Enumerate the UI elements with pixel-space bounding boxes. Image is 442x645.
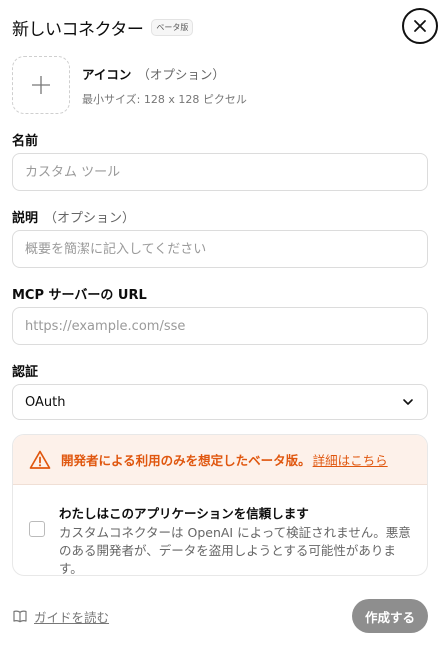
read-guide-link[interactable]: ガイドを読む — [12, 607, 109, 626]
auth-label-text: 認証 — [12, 365, 39, 380]
chevron-down-icon — [403, 399, 413, 405]
auth-label: 認証 — [12, 361, 428, 380]
icon-upload-text: アイコン （オプション） 最小サイズ: 128 x 128 ピクセル — [82, 64, 247, 107]
icon-upload-row: アイコン （オプション） 最小サイズ: 128 x 128 ピクセル — [12, 56, 428, 114]
url-input[interactable] — [12, 307, 428, 345]
beta-warning-card: 開発者による利用のみを想定したベータ版。 詳細はこちら わたしはこのアプリケーショ… — [12, 434, 428, 576]
plus-icon — [32, 76, 50, 94]
icon-optional: （オプション） — [137, 66, 225, 82]
url-label: MCP サーバーの URL — [12, 284, 428, 303]
new-connector-dialog: 新しいコネクター ベータ版 アイコン （オプション） 最小サイズ: 128 x 1… — [0, 0, 442, 645]
description-label-text: 説明 — [12, 211, 39, 226]
warning-icon — [29, 450, 51, 469]
description-optional: （オプション） — [44, 211, 136, 226]
name-input[interactable] — [12, 153, 428, 191]
warning-message: 開発者による利用のみを想定したベータ版。 詳細はこちら — [61, 450, 388, 469]
auth-selected-value: OAuth — [25, 394, 66, 410]
icon-label-line: アイコン （オプション） — [82, 64, 247, 83]
trust-row: わたしはこのアプリケーションを信頼します カスタムコネクターは OpenAI に… — [13, 485, 427, 576]
warning-banner: 開発者による利用のみを想定したベータ版。 詳細はこちら — [13, 435, 427, 485]
create-button[interactable]: 作成する — [352, 599, 428, 633]
book-icon — [13, 610, 27, 623]
name-label-text: 名前 — [12, 134, 39, 149]
description-input[interactable] — [12, 230, 428, 268]
trust-text: わたしはこのアプリケーションを信頼します カスタムコネクターは OpenAI に… — [59, 503, 411, 576]
beta-badge: ベータ版 — [151, 18, 194, 36]
description-label: 説明 （オプション） — [12, 207, 428, 226]
url-label-text: MCP サーバーの URL — [12, 288, 147, 303]
trust-title: わたしはこのアプリケーションを信頼します — [59, 506, 309, 521]
name-label: 名前 — [12, 130, 428, 149]
close-button[interactable] — [402, 8, 438, 44]
read-guide-label: ガイドを読む — [34, 609, 110, 625]
dialog-title: 新しいコネクター — [12, 19, 144, 40]
dialog-footer: ガイドを読む 作成する — [12, 598, 428, 634]
close-icon — [414, 20, 426, 32]
dialog-header: 新しいコネクター ベータ版 — [12, 0, 438, 52]
learn-more-link[interactable]: 詳細はこちら — [313, 453, 388, 468]
icon-label: アイコン — [82, 66, 132, 82]
title-wrap: 新しいコネクター ベータ版 — [12, 15, 194, 40]
trust-description: カスタムコネクターは OpenAI によって検証されません。悪意のある開発者が、… — [59, 525, 411, 576]
auth-select[interactable]: OAuth — [12, 384, 428, 420]
warning-text: 開発者による利用のみを想定したベータ版。 — [61, 453, 311, 468]
trust-checkbox[interactable] — [29, 521, 45, 537]
icon-size-hint: 最小サイズ: 128 x 128 ピクセル — [82, 92, 247, 106]
icon-upload-button[interactable] — [12, 56, 70, 114]
